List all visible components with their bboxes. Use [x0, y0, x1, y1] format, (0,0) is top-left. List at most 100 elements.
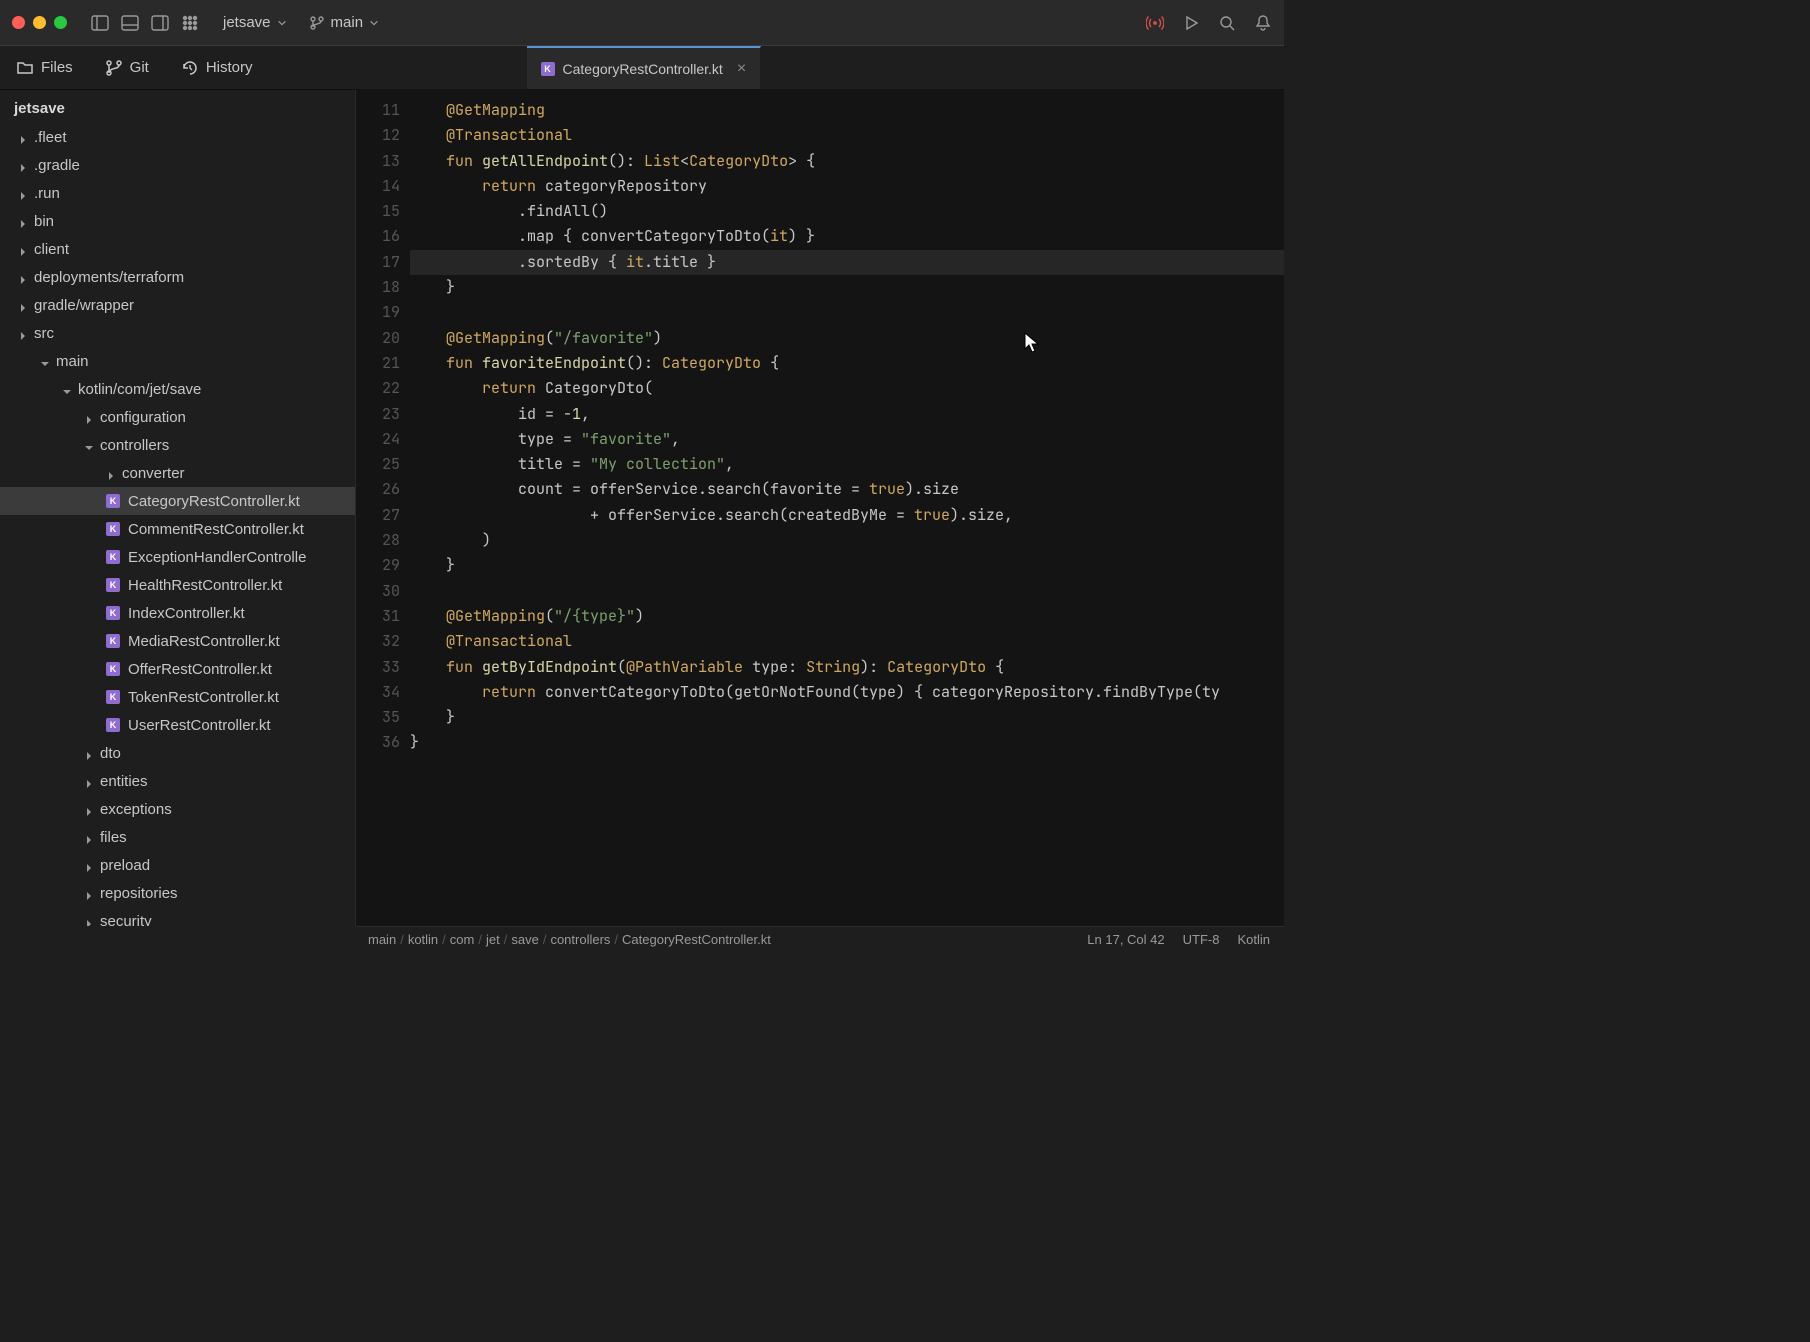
- breadcrumb-segment[interactable]: save: [511, 932, 538, 947]
- code-line[interactable]: fun getAllEndpoint(): List<CategoryDto> …: [410, 149, 1284, 174]
- file-MediaRestController.kt[interactable]: KMediaRestController.kt: [0, 627, 355, 655]
- project-root[interactable]: jetsave: [0, 96, 355, 123]
- folder-deployments/terraform[interactable]: deployments/terraform: [0, 263, 355, 291]
- search-icon[interactable]: [1218, 14, 1236, 32]
- code-area[interactable]: @GetMapping @Transactional fun getAllEnd…: [410, 90, 1284, 926]
- folder-kotlin/com/jet/save[interactable]: kotlin/com/jet/save: [0, 375, 355, 403]
- chevron-right-icon[interactable]: [106, 468, 116, 478]
- chevron-right-icon[interactable]: [84, 860, 94, 870]
- folder-exceptions[interactable]: exceptions: [0, 795, 355, 823]
- folder-repositories[interactable]: repositories: [0, 879, 355, 907]
- chevron-right-icon[interactable]: [84, 748, 94, 758]
- folder-client[interactable]: client: [0, 235, 355, 263]
- folder-configuration[interactable]: configuration: [0, 403, 355, 431]
- bell-icon[interactable]: [1254, 14, 1272, 32]
- chevron-right-icon[interactable]: [84, 776, 94, 786]
- panel-left-icon[interactable]: [91, 14, 109, 32]
- code-line[interactable]: }: [410, 705, 1284, 730]
- file-OfferRestController.kt[interactable]: KOfferRestController.kt: [0, 655, 355, 683]
- code-line[interactable]: fun getByIdEndpoint(@PathVariable type: …: [410, 655, 1284, 680]
- file-IndexController.kt[interactable]: KIndexController.kt: [0, 599, 355, 627]
- code-line[interactable]: }: [410, 553, 1284, 578]
- file-HealthRestController.kt[interactable]: KHealthRestController.kt: [0, 571, 355, 599]
- breadcrumb-segment[interactable]: com: [450, 932, 475, 947]
- panel-bottom-icon[interactable]: [121, 14, 139, 32]
- panel-tab-files[interactable]: Files: [0, 46, 89, 89]
- run-icon[interactable]: [1182, 14, 1200, 32]
- chevron-right-icon[interactable]: [18, 244, 28, 254]
- minimize-window-button[interactable]: [33, 16, 46, 29]
- code-line[interactable]: @GetMapping: [410, 98, 1284, 123]
- branch-selector[interactable]: main: [309, 14, 380, 31]
- chevron-right-icon[interactable]: [84, 412, 94, 422]
- folder-preload[interactable]: preload: [0, 851, 355, 879]
- zoom-window-button[interactable]: [54, 16, 67, 29]
- code-line[interactable]: @Transactional: [410, 629, 1284, 654]
- chevron-right-icon[interactable]: [18, 216, 28, 226]
- chevron-right-icon[interactable]: [84, 888, 94, 898]
- file-CategoryRestController.kt[interactable]: KCategoryRestController.kt: [0, 487, 355, 515]
- folder-converter[interactable]: converter: [0, 459, 355, 487]
- close-window-button[interactable]: [12, 16, 25, 29]
- chevron-right-icon[interactable]: [18, 160, 28, 170]
- file-CommentRestController.kt[interactable]: KCommentRestController.kt: [0, 515, 355, 543]
- code-line[interactable]: [410, 300, 1284, 325]
- chevron-right-icon[interactable]: [18, 272, 28, 282]
- chevron-right-icon[interactable]: [84, 804, 94, 814]
- folder-.gradle[interactable]: .gradle: [0, 151, 355, 179]
- folder-security[interactable]: security: [0, 907, 355, 926]
- breadcrumb-segment[interactable]: kotlin: [408, 932, 438, 947]
- code-line[interactable]: ): [410, 528, 1284, 553]
- code-line[interactable]: .map { convertCategoryToDto(it) }: [410, 224, 1284, 249]
- code-line[interactable]: }: [410, 275, 1284, 300]
- close-tab-icon[interactable]: ×: [737, 60, 746, 78]
- code-line[interactable]: @Transactional: [410, 123, 1284, 148]
- code-line[interactable]: type = "favorite",: [410, 427, 1284, 452]
- code-line[interactable]: }: [410, 730, 1284, 755]
- editor-tab-active[interactable]: K CategoryRestController.kt ×: [527, 46, 762, 89]
- folder-entities[interactable]: entities: [0, 767, 355, 795]
- file-language[interactable]: Kotlin: [1237, 932, 1270, 947]
- folder-gradle/wrapper[interactable]: gradle/wrapper: [0, 291, 355, 319]
- code-line[interactable]: @GetMapping("/favorite"): [410, 326, 1284, 351]
- code-line[interactable]: return categoryRepository: [410, 174, 1284, 199]
- code-line[interactable]: count = offerService.search(favorite = t…: [410, 477, 1284, 502]
- code-line[interactable]: return convertCategoryToDto(getOrNotFoun…: [410, 680, 1284, 705]
- chevron-down-icon[interactable]: [84, 440, 94, 450]
- breadcrumb-segment[interactable]: main: [368, 932, 396, 947]
- code-line[interactable]: return CategoryDto(: [410, 376, 1284, 401]
- chevron-right-icon[interactable]: [18, 300, 28, 310]
- panel-tab-history[interactable]: History: [165, 46, 269, 89]
- broadcast-icon[interactable]: [1146, 14, 1164, 32]
- file-TokenRestController.kt[interactable]: KTokenRestController.kt: [0, 683, 355, 711]
- code-editor[interactable]: 1112131415161718192021222324252627282930…: [356, 90, 1284, 926]
- folder-files[interactable]: files: [0, 823, 355, 851]
- breadcrumb-segment[interactable]: controllers: [550, 932, 610, 947]
- file-encoding[interactable]: UTF-8: [1183, 932, 1220, 947]
- chevron-right-icon[interactable]: [18, 188, 28, 198]
- breadcrumb-segment[interactable]: jet: [486, 932, 500, 947]
- cursor-position[interactable]: Ln 17, Col 42: [1087, 932, 1164, 947]
- code-line[interactable]: fun favoriteEndpoint(): CategoryDto {: [410, 351, 1284, 376]
- code-line[interactable]: .findAll(): [410, 199, 1284, 224]
- code-line[interactable]: [410, 579, 1284, 604]
- chevron-down-icon[interactable]: [40, 356, 50, 366]
- folder-.fleet[interactable]: .fleet: [0, 123, 355, 151]
- chevron-right-icon[interactable]: [84, 832, 94, 842]
- panel-tab-git[interactable]: Git: [89, 46, 165, 89]
- folder-src[interactable]: src: [0, 319, 355, 347]
- folder-main[interactable]: main: [0, 347, 355, 375]
- chevron-right-icon[interactable]: [18, 328, 28, 338]
- code-line[interactable]: id = -1,: [410, 402, 1284, 427]
- folder-dto[interactable]: dto: [0, 739, 355, 767]
- chevron-right-icon[interactable]: [18, 132, 28, 142]
- code-line[interactable]: + offerService.search(createdByMe = true…: [410, 503, 1284, 528]
- project-sidebar[interactable]: jetsave .fleet.gradle.runbinclientdeploy…: [0, 90, 356, 926]
- panel-right-icon[interactable]: [151, 14, 169, 32]
- code-line[interactable]: @GetMapping("/{type}"): [410, 604, 1284, 629]
- folder-.run[interactable]: .run: [0, 179, 355, 207]
- file-UserRestController.kt[interactable]: KUserRestController.kt: [0, 711, 355, 739]
- chevron-right-icon[interactable]: [84, 916, 94, 926]
- file-ExceptionHandlerControlle[interactable]: KExceptionHandlerControlle: [0, 543, 355, 571]
- code-line[interactable]: .sortedBy { it.title }: [410, 250, 1284, 275]
